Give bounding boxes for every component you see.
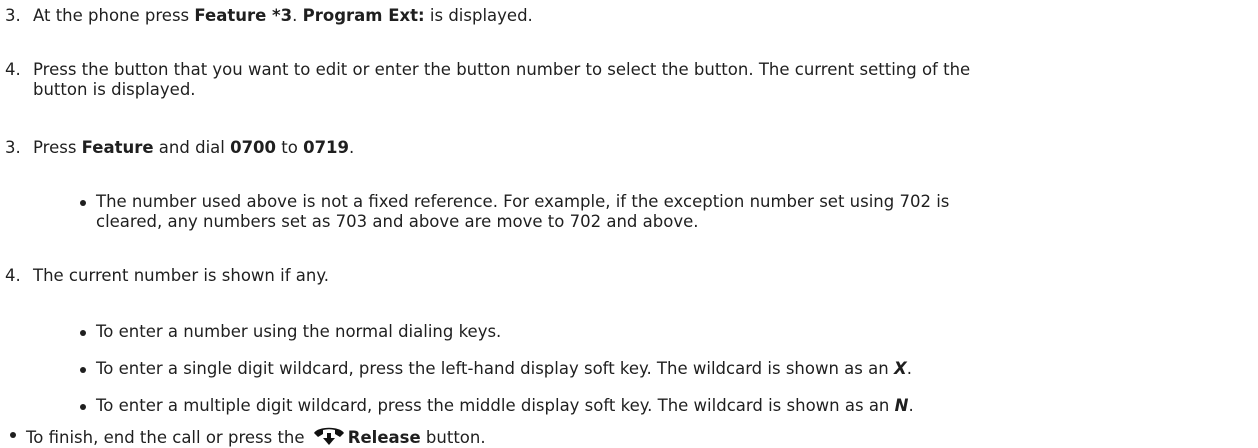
step-number: 3. [5,138,21,157]
bullet-icon [78,396,96,416]
bullet-icon [78,192,96,232]
wildcard-x: X [893,359,907,378]
bullet-icon [78,322,96,342]
code-0719: 0719 [303,138,350,157]
bullet-text: The number used above is not a fixed ref… [96,192,950,231]
bullet-icon [78,359,96,379]
step-number: 3. [5,6,21,25]
step-text: At the phone press Feature *3. Program E… [33,6,533,25]
step-select-button: 4. Press the button that you want to edi… [5,60,1255,100]
bullet-text: To enter a number using the normal diali… [96,322,502,341]
list-item-normal-keys: To enter a number using the normal diali… [78,322,1253,342]
bullet-text: To enter a single digit wildcard, press … [96,359,912,378]
step-text: The current number is shown if any. [33,266,329,285]
step-number: 4. [5,60,21,79]
key-feature-star3: Feature *3 [194,6,293,25]
step-dial-exception: 3. Press Feature and dial 0700 to 0719. [5,138,1255,158]
wildcard-n: N [894,396,909,415]
step-number: 4. [5,266,21,285]
step-current-number: 4. The current number is shown if any. [5,266,1255,286]
list-item-multiple-wildcard: To enter a multiple digit wildcard, pres… [78,396,1253,416]
step-text: Press Feature and dial 0700 to 0719. [33,138,355,157]
list-item-exception-note: The number used above is not a fixed ref… [78,192,1253,232]
bullet-icon [8,424,26,448]
list-item-single-wildcard: To enter a single digit wildcard, press … [78,359,1253,379]
release-button-label: Release [347,428,421,447]
list-item-finish: To finish, end the call or press the Rel… [8,424,1183,448]
step-program-ext: 3. At the phone press Feature *3. Progra… [5,6,1255,26]
code-0700: 0700 [230,138,277,157]
phone-release-icon [313,427,344,445]
key-feature: Feature [81,138,154,157]
bullet-text: To enter a multiple digit wildcard, pres… [96,396,914,415]
bullet-text: To finish, end the call or press the Rel… [26,424,1183,448]
display-program-ext: Program Ext: [302,6,425,25]
step-text: Press the button that you want to edit o… [33,60,971,99]
